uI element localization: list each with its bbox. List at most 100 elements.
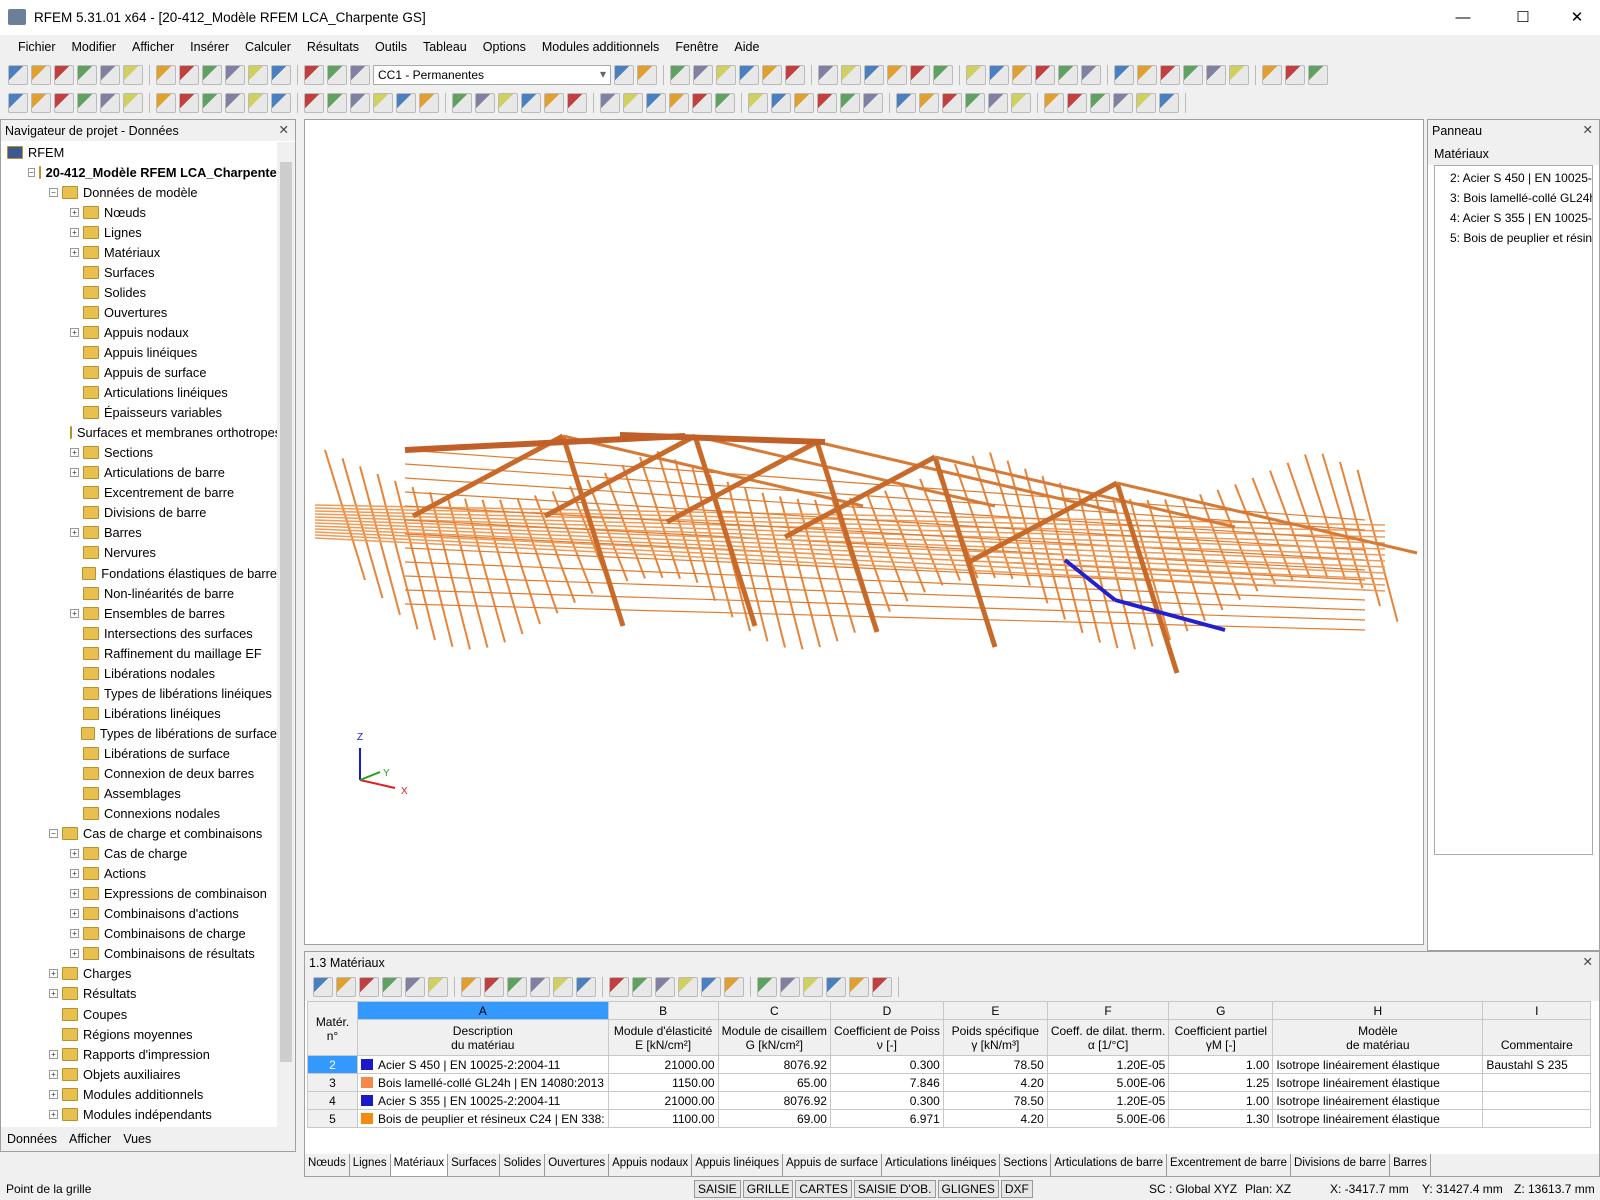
- tree-item[interactable]: Articulations linéiques: [1, 383, 277, 403]
- cell-gm[interactable]: 1.30: [1168, 1109, 1274, 1128]
- toolbar-button-icon[interactable]: [271, 93, 291, 113]
- toolbar-button-icon[interactable]: [553, 977, 573, 997]
- cell-gm[interactable]: 1.00: [1168, 1091, 1274, 1110]
- tree-item[interactable]: Libérations nodales: [1, 663, 277, 683]
- cell-model[interactable]: Isotrope linéairement élastique: [1272, 1055, 1484, 1074]
- toolbar-button-icon[interactable]: [419, 93, 439, 113]
- tab-14[interactable]: Barres: [1390, 1154, 1431, 1176]
- cell-comment[interactable]: [1482, 1091, 1592, 1110]
- toolbar-button-icon[interactable]: [336, 977, 356, 997]
- tree-item[interactable]: Fondations élastiques de barre: [1, 563, 277, 583]
- expand-icon[interactable]: +: [70, 468, 79, 478]
- toolbar-button-icon[interactable]: [54, 65, 74, 85]
- row-number[interactable]: 3: [307, 1073, 358, 1092]
- tree-item[interactable]: Épaisseurs variables: [1, 403, 277, 423]
- toolbar-button-icon[interactable]: [1090, 93, 1110, 113]
- tab-7[interactable]: Appuis linéiques: [692, 1154, 783, 1176]
- cell-gamma[interactable]: 4.20: [942, 1073, 1048, 1092]
- toolbar-button-icon[interactable]: [701, 977, 721, 997]
- toolbar-button-icon[interactable]: [716, 65, 736, 85]
- toolbar-button-icon[interactable]: [1137, 65, 1157, 85]
- expand-icon[interactable]: +: [49, 1109, 58, 1119]
- tree-item[interactable]: + Combinaisons d'actions: [1, 904, 277, 924]
- tree-item[interactable]: + Charges: [1, 964, 277, 984]
- tab-11[interactable]: Articulations de barre: [1051, 1154, 1168, 1176]
- col-letter[interactable]: C: [717, 1001, 831, 1020]
- toolbar-button-icon[interactable]: [678, 977, 698, 997]
- toolbar-button-icon[interactable]: [373, 93, 393, 113]
- row-number[interactable]: 4: [307, 1091, 358, 1110]
- toolbar-button-icon[interactable]: [248, 65, 268, 85]
- toolbar-button-icon[interactable]: [1035, 65, 1055, 85]
- toolbar-button-icon[interactable]: [1081, 65, 1101, 85]
- toolbar-button-icon[interactable]: [1285, 65, 1305, 85]
- toolbar-button-icon[interactable]: [1011, 93, 1031, 113]
- toolbar-button-icon[interactable]: [965, 93, 985, 113]
- table-row[interactable]: 5 Bois de peuplier et résineux C24 | EN 3…: [307, 1109, 1592, 1128]
- tree-item[interactable]: Intersections des surfaces: [1, 623, 277, 643]
- toolbar-button-icon[interactable]: [156, 65, 176, 85]
- expand-icon[interactable]: +: [70, 869, 79, 879]
- tab-1[interactable]: Lignes: [350, 1154, 391, 1176]
- cell-description[interactable]: Bois de peuplier et résineux C24 | EN 33…: [357, 1109, 609, 1128]
- cell-alpha[interactable]: 1.20E-05: [1046, 1091, 1170, 1110]
- menu-item[interactable]: Aide: [726, 40, 767, 54]
- expand-icon[interactable]: +: [70, 909, 79, 919]
- toolbar-button-icon[interactable]: [475, 93, 495, 113]
- toolbar-button-icon[interactable]: [1159, 93, 1179, 113]
- toolbar-button-icon[interactable]: [933, 65, 953, 85]
- toolbar-button-icon[interactable]: [609, 977, 629, 997]
- toolbar-button-icon[interactable]: [910, 65, 930, 85]
- tab-donnees[interactable]: Données: [7, 1132, 57, 1146]
- cell-E[interactable]: 21000.00: [607, 1091, 719, 1110]
- tab-0[interactable]: Nœuds: [305, 1154, 350, 1176]
- cell-description[interactable]: Acier S 450 | EN 10025-2:2004-11: [357, 1055, 609, 1074]
- tab-5[interactable]: Ouvertures: [545, 1154, 610, 1176]
- collapse-icon[interactable]: −: [49, 829, 58, 839]
- toolbar-button-icon[interactable]: [864, 65, 884, 85]
- toolbar-button-icon[interactable]: [100, 93, 120, 113]
- tree-item[interactable]: + Combinaisons de résultats: [1, 944, 277, 964]
- menu-item[interactable]: Calculer: [237, 40, 299, 54]
- toolbar-button-icon[interactable]: [123, 65, 143, 85]
- tab-13[interactable]: Divisions de barre: [1291, 1154, 1391, 1176]
- menu-item[interactable]: Fichier: [10, 40, 64, 54]
- toolbar-button-icon[interactable]: [623, 93, 643, 113]
- expand-icon[interactable]: +: [70, 247, 79, 257]
- toolbar-button-icon[interactable]: [428, 977, 448, 997]
- toolbar-button-icon[interactable]: [637, 65, 657, 85]
- cell-nu[interactable]: 0.300: [829, 1091, 944, 1110]
- tree-item[interactable]: Types de libérations linéiques: [1, 683, 277, 703]
- close-icon[interactable]: ✕: [1583, 122, 1593, 137]
- tree-item[interactable]: −20-412_Modèle RFEM LCA_Charpente GS: [1, 162, 277, 182]
- cell-alpha[interactable]: 5.00E-06: [1046, 1073, 1170, 1092]
- tree-item[interactable]: + Résultats: [1, 984, 277, 1004]
- col-letter[interactable]: B: [607, 1001, 719, 1020]
- toolbar-button-icon[interactable]: [313, 977, 333, 997]
- menu-item[interactable]: Résultats: [299, 40, 367, 54]
- load-case-select[interactable]: CC1 - Permanentes: [373, 65, 611, 85]
- cell-gm[interactable]: 1.00: [1168, 1055, 1274, 1074]
- cell-nu[interactable]: 0.300: [829, 1055, 944, 1074]
- tree-item[interactable]: + Rapports d'impression: [1, 1044, 277, 1064]
- table-row[interactable]: 3 Bois lamellé-collé GL24h | EN 14080:201…: [307, 1073, 1592, 1092]
- tree-item[interactable]: Excentrement de barre: [1, 483, 277, 503]
- toolbar-button-icon[interactable]: [350, 93, 370, 113]
- cell-E[interactable]: 1100.00: [607, 1109, 719, 1128]
- toolbar-button-icon[interactable]: [762, 65, 782, 85]
- status-toggle-button[interactable]: GRILLE: [742, 1180, 794, 1198]
- collapse-icon[interactable]: −: [28, 167, 35, 177]
- toolbar-button-icon[interactable]: [757, 977, 777, 997]
- toolbar-button-icon[interactable]: [1160, 65, 1180, 85]
- cell-G[interactable]: 69.00: [717, 1109, 831, 1128]
- status-toggle-button[interactable]: SAISIE D'OB.: [853, 1180, 936, 1198]
- row-number[interactable]: 5: [307, 1109, 358, 1128]
- toolbar-button-icon[interactable]: [461, 977, 481, 997]
- tree-item[interactable]: Surfaces: [1, 262, 277, 282]
- toolbar-button-icon[interactable]: [179, 93, 199, 113]
- menu-item[interactable]: Insérer: [182, 40, 237, 54]
- toolbar-button-icon[interactable]: [1136, 93, 1156, 113]
- tree-item[interactable]: Connexion de deux barres: [1, 763, 277, 783]
- cell-model[interactable]: Isotrope linéairement élastique: [1272, 1073, 1484, 1092]
- menu-item[interactable]: Options: [475, 40, 534, 54]
